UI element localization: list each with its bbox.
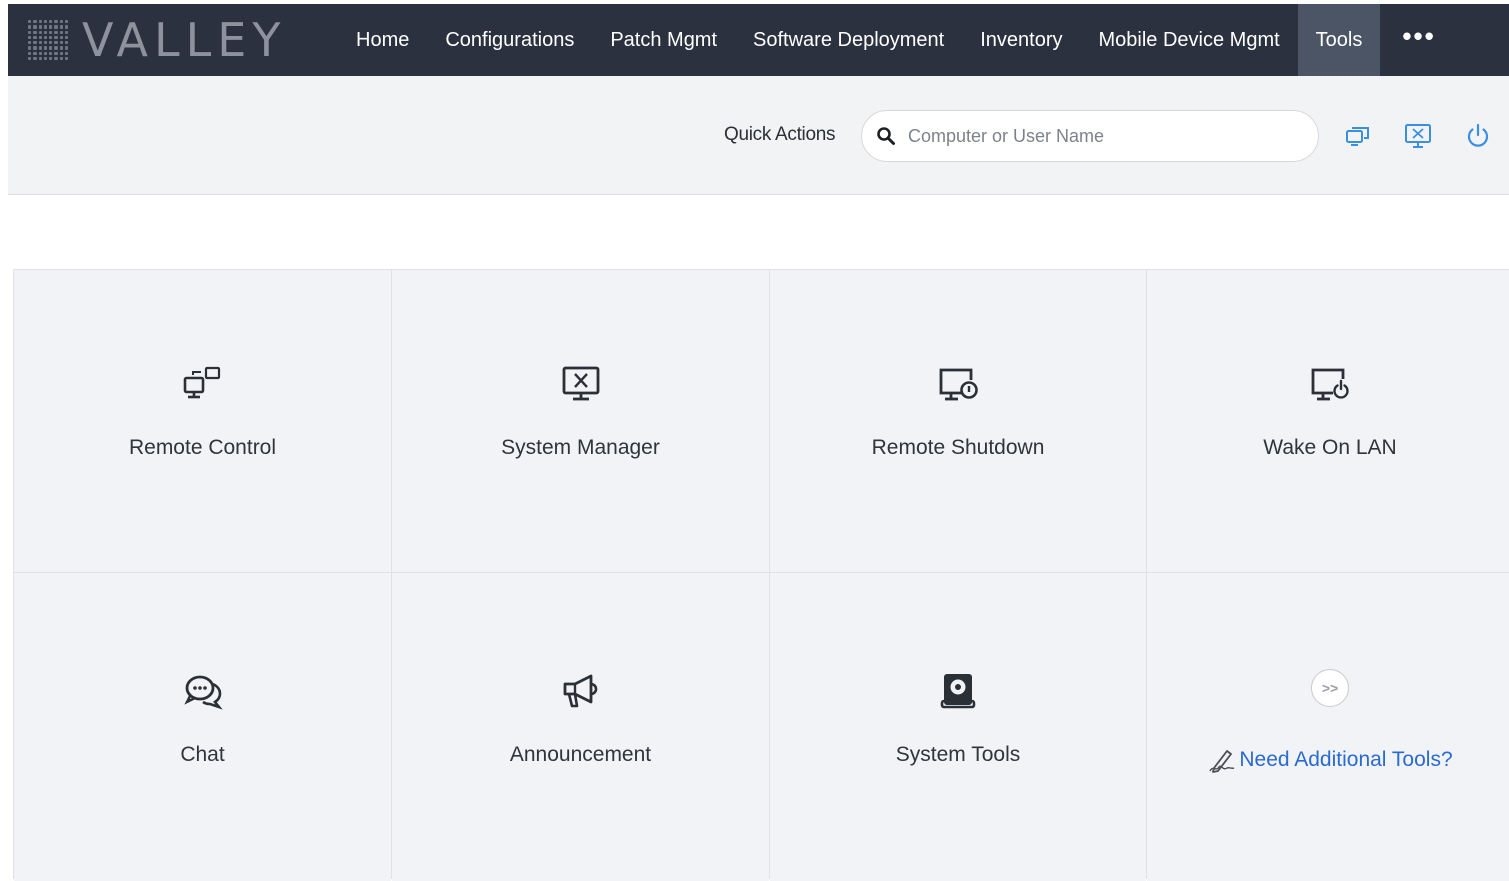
nav-item-configurations[interactable]: Configurations [427,4,592,76]
nav-item-tools[interactable]: Tools [1297,4,1381,76]
remote-control-icon[interactable] [1344,122,1372,150]
system-manager-icon [562,366,599,401]
tile-label: Remote Shutdown [871,436,1045,459]
top-navigation-bar: VALLEY Home Configurations Patch Mgmt So… [8,4,1509,76]
quick-actions-label: Quick Actions [724,124,836,145]
megaphone-icon [563,674,597,708]
tile-system-manager[interactable]: System Manager [392,270,769,572]
tile-remote-shutdown[interactable]: Remote Shutdown [770,270,1146,572]
logo-grid-icon [28,20,68,60]
tile-label: Wake On LAN [1263,436,1397,459]
tile-need-additional-tools[interactable]: >> Need Additional Tools? [1147,573,1509,881]
system-tools-icon [940,674,976,709]
brand-name: VALLEY [82,13,287,67]
nav-more-menu-button[interactable]: ••• [1380,21,1447,60]
nav-item-inventory[interactable]: Inventory [962,4,1080,76]
nav-item-software-deployment[interactable]: Software Deployment [735,4,962,76]
nav-item-mobile-device-mgmt[interactable]: Mobile Device Mgmt [1081,4,1298,76]
tools-grid: Remote Control System Manager Remote Shu… [13,269,1509,881]
quick-actions-search[interactable] [861,110,1319,162]
tile-label: System Manager [501,436,660,459]
tile-label: Chat [180,743,225,766]
chat-icon [183,675,223,710]
tile-chat[interactable]: Chat [14,573,391,881]
need-additional-tools-label[interactable]: Need Additional Tools? [1239,748,1452,772]
nav-item-home[interactable]: Home [338,4,427,76]
power-icon[interactable] [1464,122,1492,150]
signature-pen-icon [1209,750,1235,773]
tile-label: Remote Control [128,436,277,459]
tile-announcement[interactable]: Announcement [392,573,769,881]
brand-logo[interactable]: VALLEY [8,4,338,76]
wake-on-lan-icon [1311,368,1349,401]
search-icon [877,127,895,145]
tile-wake-on-lan[interactable]: Wake On LAN [1147,270,1509,572]
tile-label: System Tools [895,743,1021,766]
tile-label: Announcement [509,743,652,766]
tile-remote-control[interactable]: Remote Control [14,270,391,572]
need-additional-tools-link[interactable]: Need Additional Tools? [1147,745,1509,775]
remote-shutdown-icon [939,368,978,401]
main-nav: Home Configurations Patch Mgmt Software … [338,4,1381,76]
tile-system-tools[interactable]: System Tools [770,573,1146,881]
system-manager-icon[interactable] [1404,122,1432,150]
more-tools-badge[interactable]: >> [1311,669,1349,707]
quick-actions-bar: Quick Actions [8,76,1509,195]
remote-control-icon [183,366,220,399]
computer-user-search-input[interactable] [908,125,1288,147]
nav-item-patch-mgmt[interactable]: Patch Mgmt [592,4,735,76]
